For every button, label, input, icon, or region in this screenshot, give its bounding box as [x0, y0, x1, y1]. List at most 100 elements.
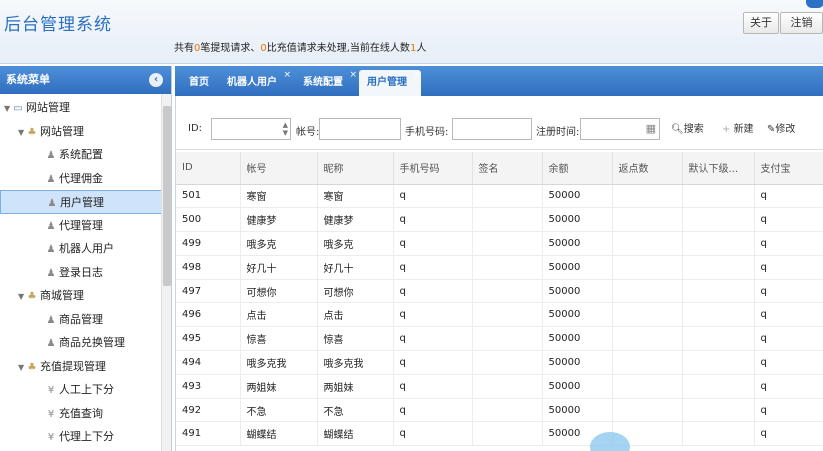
- sidebar-item[interactable]: ♟ 用户管理: [0, 190, 171, 214]
- sidebar-item[interactable]: ▼ ▭ 网站管理: [0, 96, 171, 120]
- expand-arrow-icon[interactable]: ▼: [4, 97, 12, 121]
- user-icon: ♟: [46, 150, 56, 161]
- column-header[interactable]: 余额: [542, 152, 613, 185]
- column-header[interactable]: 手机号码: [393, 152, 473, 185]
- cell-alipay: q: [754, 279, 823, 304]
- cell-phone: q: [393, 255, 473, 280]
- cell-default: [682, 326, 755, 352]
- sidebar-item-label: 充值查询: [59, 406, 103, 420]
- table-row[interactable]: 491 蝴蝶结 蝴蝶结 q 50000 q: [176, 421, 823, 447]
- cell-alipay: q: [754, 184, 823, 209]
- edit-button[interactable]: ✎修改: [767, 120, 795, 135]
- cell-nickname: 好几十: [317, 255, 394, 280]
- sidebar-item[interactable]: ♟ 登录日志: [0, 261, 171, 285]
- sidebar-item[interactable]: ¥ 代理上下分: [0, 425, 171, 449]
- cell-account: 惊喜: [240, 326, 318, 352]
- expand-arrow-icon[interactable]: ▼: [18, 121, 26, 145]
- about-button[interactable]: 关于: [743, 12, 779, 34]
- tab[interactable]: 首页: [181, 70, 217, 96]
- sidebar-item[interactable]: ¥ 充值查询: [0, 402, 171, 426]
- cell-sign: [472, 398, 543, 423]
- sidebar-item[interactable]: ♟ 代理管理: [0, 214, 171, 238]
- table-row[interactable]: 499 哦多克 哦多克 q 50000 q: [176, 231, 823, 256]
- cell-nickname: 不急: [317, 398, 394, 423]
- cell-id: 492: [176, 398, 241, 423]
- cell-sign: [472, 350, 543, 375]
- tab[interactable]: 系统配置 ×: [295, 70, 357, 96]
- column-header[interactable]: 支付宝: [754, 152, 823, 185]
- column-header[interactable]: 帐号: [240, 152, 318, 185]
- sidebar-item[interactable]: ♟ 机器人用户: [0, 237, 171, 261]
- sidebar-item-label: 登录日志: [59, 265, 103, 279]
- table-row[interactable]: 500 健康梦 健康梦 q 50000 q: [176, 207, 823, 233]
- tab-label: 首页: [189, 77, 209, 88]
- plus-icon: +: [722, 124, 734, 135]
- notice-suffix: 人: [416, 43, 427, 54]
- sidebar-item[interactable]: ♟ 代理佣金: [0, 167, 171, 191]
- table-row[interactable]: 496 点击 点击 q 50000 q: [176, 302, 823, 328]
- regtime-input[interactable]: ▦: [580, 118, 660, 140]
- table-row[interactable]: 497 可想你 可想你 q 50000 q: [176, 279, 823, 304]
- phone-input[interactable]: [452, 118, 532, 140]
- table-row[interactable]: 493 两姐妹 两姐妹 q 50000 q: [176, 374, 823, 399]
- close-icon[interactable]: ×: [349, 62, 357, 88]
- expand-arrow-icon[interactable]: ▼: [18, 285, 26, 309]
- cell-phone: q: [393, 374, 473, 399]
- sidebar-title: 系统菜单: [6, 73, 50, 86]
- column-header[interactable]: ID: [176, 152, 241, 185]
- sidebar-item[interactable]: ▼ ♣ 商城管理: [0, 284, 171, 308]
- new-button[interactable]: + 新建: [722, 120, 754, 135]
- table-header-row: ID 帐号 昵称 手机号码 签名 余额 返点数 默认下级... 支付宝: [176, 152, 823, 185]
- tab[interactable]: 机器人用户 ×: [219, 70, 291, 96]
- edit-button-label: 修改: [775, 124, 796, 135]
- sidebar-item[interactable]: ▼ ♣ 网站管理: [0, 120, 171, 144]
- notice-mid2: 比充值请求未处理,当前在线人数: [266, 43, 410, 54]
- cell-id: 501: [176, 184, 241, 209]
- sidebar-item[interactable]: ▼ ♣ 充值提现管理: [0, 355, 171, 379]
- close-icon[interactable]: ×: [283, 62, 291, 88]
- user-icon: ♟: [46, 267, 56, 279]
- spinner-icon[interactable]: ▲ ▼: [283, 121, 288, 137]
- search-icon: 🔍︎: [671, 124, 684, 135]
- tab[interactable]: 用户管理 ×: [359, 70, 421, 96]
- chevron-left-icon[interactable]: ‹: [149, 73, 163, 87]
- cell-id: 500: [176, 207, 241, 233]
- id-input[interactable]: ▲ ▼: [211, 118, 291, 140]
- expand-arrow-icon[interactable]: ▼: [18, 356, 26, 380]
- cell-nickname: 可想你: [317, 279, 394, 304]
- cell-alipay: q: [754, 207, 823, 233]
- sidebar-item[interactable]: ♟ 商品管理: [0, 308, 171, 332]
- sidebar-item-label: 商城管理: [40, 289, 84, 302]
- cell-default: [682, 184, 755, 209]
- regtime-label: 注册时间:: [536, 127, 580, 138]
- account-input[interactable]: [319, 118, 401, 140]
- account-label: 帐号:: [296, 127, 320, 138]
- column-header[interactable]: 签名: [472, 152, 543, 185]
- menu-tree: ▼ ▭ 网站管理 ▼ ♣ 网站管理 ♟ 系统配置 ♟ 代理佣金 ♟ 用户管理 ♟ 代理管理 ♟ 机器人用户 ♟ 登…: [0, 94, 171, 449]
- sidebar-item-label: 人工上下分: [59, 383, 114, 396]
- column-header[interactable]: 返点数: [612, 152, 683, 185]
- sidebar-scrollbar[interactable]: [161, 94, 171, 451]
- logout-button[interactable]: 注销: [780, 12, 823, 34]
- close-icon[interactable]: ×: [413, 62, 421, 88]
- cell-alipay: q: [754, 350, 823, 375]
- cell-rebate: [612, 350, 683, 375]
- calendar-icon[interactable]: ▦: [646, 122, 656, 135]
- table-row[interactable]: 494 哦多克我 哦多克我 q 50000 q: [176, 350, 823, 375]
- sidebar-item[interactable]: ♟ 商品兑换管理: [0, 331, 171, 355]
- notice-bar: 共有0笔提现请求、0比充值请求未处理,当前在线人数1人: [174, 39, 426, 54]
- cell-account: 健康梦: [240, 207, 318, 233]
- search-button[interactable]: 🔍︎搜索: [671, 120, 704, 135]
- sidebar-item[interactable]: ¥ 人工上下分: [0, 378, 171, 402]
- column-header[interactable]: 昵称: [317, 152, 394, 185]
- table-row[interactable]: 501 寒窗 寒窗 q 50000 q: [176, 184, 823, 209]
- cell-sign: [472, 326, 543, 352]
- cell-default: [682, 255, 755, 280]
- table-row[interactable]: 498 好几十 好几十 q 50000 q: [176, 255, 823, 280]
- sidebar-item-label: 网站管理: [40, 124, 84, 138]
- column-header[interactable]: 默认下级...: [682, 152, 755, 185]
- scrollbar-thumb[interactable]: [163, 106, 171, 286]
- table-row[interactable]: 495 惊喜 惊喜 q 50000 q: [176, 326, 823, 352]
- sidebar-item[interactable]: ♟ 系统配置: [0, 143, 171, 167]
- table-row[interactable]: 492 不急 不急 q 50000 q: [176, 398, 823, 423]
